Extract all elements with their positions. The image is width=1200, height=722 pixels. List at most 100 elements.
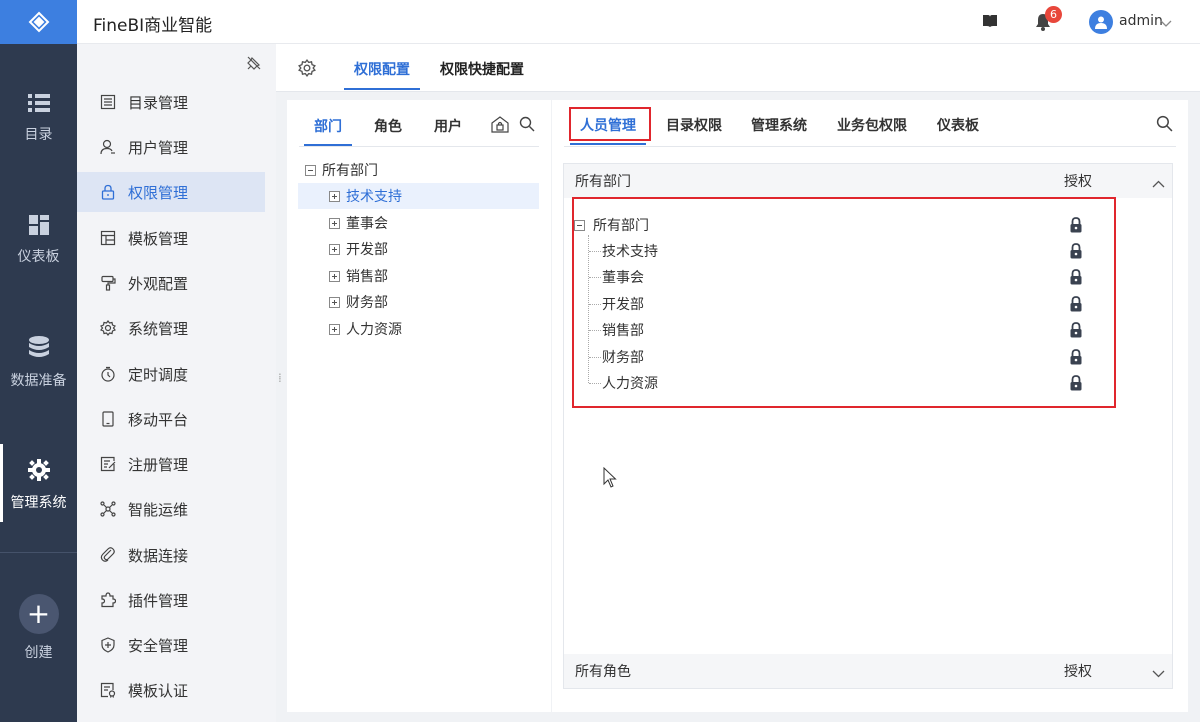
tab-dashboard[interactable]: 仪表板 bbox=[937, 115, 979, 135]
collapse-icon[interactable] bbox=[574, 219, 585, 231]
section-header-departments[interactable]: 所有部门 授权 bbox=[564, 164, 1172, 198]
lock-icon[interactable] bbox=[1070, 349, 1082, 369]
menu-item-label: 模板认证 bbox=[128, 681, 189, 700]
sync-lock-icon[interactable] bbox=[490, 115, 510, 137]
tree-item[interactable]: 销售部 bbox=[298, 263, 550, 289]
lock-icon[interactable] bbox=[1070, 269, 1082, 289]
lock-icon bbox=[99, 184, 117, 200]
department-panel: 部门 角色 用户 所有部门 技术支持 董事会 开发部 销售部 财务部 人力资源 bbox=[287, 100, 551, 712]
section-title: 所有角色 bbox=[575, 664, 631, 680]
tab-permission-config[interactable]: 权限配置 bbox=[344, 59, 420, 90]
search-icon[interactable] bbox=[519, 116, 535, 136]
expand-icon[interactable] bbox=[329, 323, 340, 335]
dashboard-icon bbox=[0, 214, 77, 240]
menu-item-scheduler[interactable]: 定时调度 bbox=[77, 354, 265, 394]
link-icon bbox=[99, 547, 117, 563]
expand-icon[interactable] bbox=[329, 296, 340, 308]
menu-item-registration[interactable]: 注册管理 bbox=[77, 444, 265, 484]
rail-item-label: 数据准备 bbox=[10, 373, 67, 389]
lock-icon[interactable] bbox=[1070, 375, 1082, 395]
collapse-icon[interactable] bbox=[305, 164, 316, 176]
auth-row: 董事会 bbox=[574, 264, 1114, 290]
menu-item-label: 目录管理 bbox=[128, 93, 189, 112]
chevron-up-icon[interactable] bbox=[1152, 176, 1165, 192]
tree-item[interactable]: 人力资源 bbox=[298, 316, 550, 342]
lock-icon[interactable] bbox=[1070, 217, 1082, 237]
rail-item-dashboard[interactable]: 仪表板 bbox=[0, 214, 77, 266]
top-bar: FineBI商业智能 6 admin bbox=[77, 0, 1200, 44]
menu-item-system[interactable]: 系统管理 bbox=[77, 308, 265, 348]
menu-item-label: 定时调度 bbox=[128, 365, 189, 384]
rail-item-label: 仪表板 bbox=[17, 249, 60, 265]
tab-user[interactable]: 用户 bbox=[434, 116, 462, 136]
expand-icon[interactable] bbox=[329, 270, 340, 282]
network-icon bbox=[99, 501, 117, 517]
menu-item-ops[interactable]: 智能运维 bbox=[77, 489, 265, 529]
expand-icon[interactable] bbox=[329, 190, 340, 202]
menu-item-label: 系统管理 bbox=[128, 319, 189, 338]
menu-item-security[interactable]: 安全管理 bbox=[77, 625, 265, 665]
menu-item-catalog[interactable]: 目录管理 bbox=[77, 82, 265, 122]
list-icon bbox=[0, 92, 77, 118]
fine-logo-icon[interactable] bbox=[0, 0, 77, 44]
timer-icon bbox=[99, 366, 117, 382]
pin-icon[interactable] bbox=[247, 56, 261, 74]
tree-label: 技术支持 bbox=[346, 189, 402, 205]
auth-row: 人力资源 bbox=[574, 370, 1114, 396]
menu-item-users[interactable]: 用户管理 bbox=[77, 127, 265, 167]
tab-quick-config[interactable]: 权限快捷配置 bbox=[440, 59, 524, 79]
tab-department[interactable]: 部门 bbox=[304, 116, 352, 146]
tree-root[interactable]: 所有部门 bbox=[287, 157, 539, 183]
tree-label: 所有部门 bbox=[322, 163, 378, 179]
lock-icon[interactable] bbox=[1070, 322, 1082, 342]
rail-item-catalog[interactable]: 目录 bbox=[0, 92, 77, 144]
menu-item-label: 移动平台 bbox=[128, 410, 189, 429]
section-header-roles[interactable]: 所有角色 授权 bbox=[564, 654, 1172, 688]
tree-item[interactable]: 开发部 bbox=[298, 236, 550, 262]
rail-item-data-prep[interactable]: 数据准备 bbox=[0, 336, 77, 390]
auth-row: 财务部 bbox=[574, 344, 1114, 370]
tab-catalog-permission[interactable]: 目录权限 bbox=[666, 115, 722, 135]
tab-role[interactable]: 角色 bbox=[374, 116, 402, 136]
menu-item-templates[interactable]: 模板管理 bbox=[77, 218, 265, 258]
menu-item-certification[interactable]: 模板认证 bbox=[77, 670, 265, 710]
permission-tabbar: 权限配置 权限快捷配置 bbox=[276, 44, 1200, 92]
chevron-down-icon[interactable] bbox=[1152, 666, 1165, 682]
gear-icon[interactable] bbox=[298, 59, 316, 81]
shield-icon bbox=[99, 637, 117, 653]
avatar[interactable] bbox=[1089, 10, 1113, 34]
auth-row-root: 所有部门 bbox=[574, 212, 1114, 238]
tab-personnel[interactable]: 人员管理 bbox=[570, 115, 646, 145]
expand-icon[interactable] bbox=[329, 243, 340, 255]
user-icon bbox=[99, 139, 117, 155]
tab-package-permission[interactable]: 业务包权限 bbox=[837, 115, 907, 135]
menu-item-permissions[interactable]: 权限管理 bbox=[77, 172, 265, 212]
search-icon[interactable] bbox=[1156, 115, 1173, 136]
username[interactable]: admin bbox=[1119, 13, 1163, 29]
auth-row-label: 财务部 bbox=[602, 350, 644, 366]
lock-icon[interactable] bbox=[1070, 296, 1082, 316]
menu-item-plugins[interactable]: 插件管理 bbox=[77, 580, 265, 620]
menu-item-appearance[interactable]: 外观配置 bbox=[77, 263, 265, 303]
auth-column-label: 授权 bbox=[1064, 174, 1092, 190]
rail-item-label: 管理系统 bbox=[10, 495, 67, 511]
tree-item[interactable]: 技术支持 bbox=[298, 183, 539, 209]
rail-item-management[interactable]: 管理系统 bbox=[0, 444, 77, 522]
menu-item-label: 权限管理 bbox=[128, 183, 189, 202]
puzzle-icon bbox=[99, 592, 117, 608]
tree-label: 销售部 bbox=[346, 269, 388, 285]
lock-icon[interactable] bbox=[1070, 243, 1082, 263]
create-button[interactable]: + 创建 bbox=[0, 594, 77, 662]
resize-handle[interactable]: ⁞ bbox=[278, 372, 282, 384]
tree-item[interactable]: 董事会 bbox=[298, 210, 550, 236]
expand-icon[interactable] bbox=[329, 217, 340, 229]
book-icon[interactable] bbox=[982, 14, 998, 32]
tree-item[interactable]: 财务部 bbox=[298, 289, 550, 315]
certificate-icon bbox=[99, 682, 117, 698]
menu-item-label: 插件管理 bbox=[128, 591, 189, 610]
chevron-down-icon[interactable] bbox=[1160, 16, 1172, 32]
menu-item-data-connection[interactable]: 数据连接 bbox=[77, 535, 265, 575]
tab-management-system[interactable]: 管理系统 bbox=[751, 115, 807, 135]
menu-item-mobile[interactable]: 移动平台 bbox=[77, 399, 265, 439]
auth-column-label: 授权 bbox=[1064, 664, 1092, 680]
